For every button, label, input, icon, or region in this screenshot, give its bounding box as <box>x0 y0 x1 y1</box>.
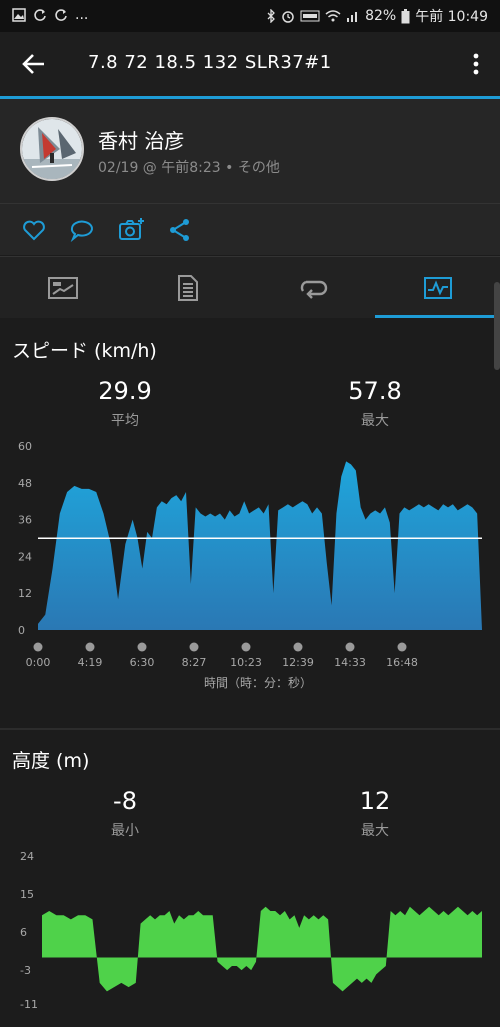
elevation-area-series <box>42 906 482 992</box>
tab-charts[interactable] <box>375 257 500 319</box>
speed-y-tick-label: 12 <box>18 587 32 600</box>
elevation-max-value: 12 <box>359 787 391 815</box>
more-notifications-text: ... <box>75 7 89 23</box>
activity-tabs <box>0 256 500 318</box>
speed-y-tick-label: 0 <box>18 624 25 637</box>
details-list-icon <box>177 275 198 301</box>
speed-area-series <box>38 461 482 630</box>
battery-percent: 82% <box>365 8 397 24</box>
scrollbar[interactable] <box>494 282 500 370</box>
avatar[interactable] <box>20 117 84 181</box>
speed-x-tick-label: 10:23 <box>230 656 262 669</box>
activity-header: 香村 治彦 02/19 @ 午前8:23 • その他 <box>0 99 500 203</box>
speed-x-tick-label: 4:19 <box>78 656 103 669</box>
bluetooth-icon <box>267 9 275 23</box>
overview-icon <box>47 277 78 299</box>
speed-x-tick-dot <box>85 642 95 652</box>
elevation-y-tick-label: -3 <box>20 964 31 977</box>
back-arrow-icon[interactable] <box>20 50 48 78</box>
social-actions <box>0 203 500 255</box>
elevation-min-value: -8 <box>113 787 137 815</box>
tab-laps[interactable] <box>250 257 375 319</box>
alarm-icon <box>282 11 294 23</box>
signal-icon <box>347 12 358 22</box>
comment-icon[interactable] <box>68 216 96 244</box>
speed-x-tick-label: 14:33 <box>334 656 366 669</box>
share-icon[interactable] <box>166 216 194 244</box>
battery-icon <box>401 8 410 23</box>
user-name[interactable]: 香村 治彦 <box>98 125 184 154</box>
wifi-icon <box>325 10 341 22</box>
volte-icon <box>300 10 320 22</box>
sync-icon <box>34 9 46 21</box>
speed-x-axis-label: 時間（時：分：秒） <box>204 676 312 690</box>
elevation-title: 高度 (m) <box>12 750 90 772</box>
speed-max-value: 57.8 <box>348 377 402 405</box>
elevation-y-tick-label: -11 <box>20 998 38 1011</box>
speed-x-tick-label: 6:30 <box>130 656 155 669</box>
tab-selected-indicator <box>375 315 500 318</box>
speed-y-tick-label: 24 <box>18 550 32 563</box>
speed-x-tick-dot <box>345 642 355 652</box>
speed-y-tick-label: 60 <box>18 440 32 453</box>
speed-y-tick-label: 36 <box>18 514 32 527</box>
like-heart-icon[interactable] <box>20 216 48 244</box>
speed-x-tick-label: 16:48 <box>386 656 418 669</box>
clock: 午前 10:49 <box>415 9 488 25</box>
elevation-min-label: 最小 <box>111 823 139 839</box>
speed-x-tick-dot <box>33 642 43 652</box>
tab-details[interactable] <box>125 257 250 319</box>
activity-meta: 02/19 @ 午前8:23 • その他 <box>98 160 280 176</box>
speed-x-tick-label: 0:00 <box>26 656 51 669</box>
app-toolbar: 7.8 72 18.5 132 SLR37#1 <box>0 32 500 96</box>
elevation-y-tick-label: 6 <box>20 926 27 939</box>
elevation-max-label: 最大 <box>361 823 389 839</box>
image-notification-icon <box>12 8 26 22</box>
section-divider <box>0 728 500 730</box>
speed-x-tick-label: 12:39 <box>282 656 314 669</box>
status-notifications: ... <box>12 7 88 23</box>
speed-x-tick-dot <box>137 642 147 652</box>
elevation-y-tick-label: 15 <box>20 888 34 901</box>
speed-avg-value: 29.9 <box>98 377 152 405</box>
speed-chart[interactable]: 0 12 24 36 48 60 0:00 4:19 6:30 8:27 10:23 12:39 14:… <box>0 436 500 698</box>
overflow-menu-icon[interactable] <box>468 50 484 78</box>
speed-y-tick-label: 48 <box>18 477 32 490</box>
speed-x-tick-label: 8:27 <box>182 656 207 669</box>
add-photo-icon[interactable] <box>118 216 146 244</box>
sync-icon <box>55 9 67 21</box>
elevation-chart[interactable]: 24 15 6 -3 -11 <box>0 846 500 1016</box>
speed-max-label: 最大 <box>361 413 389 429</box>
tab-overview[interactable] <box>0 257 125 319</box>
laps-loop-icon <box>300 280 327 299</box>
windsurf-photo <box>22 119 82 179</box>
speed-x-tick-dot <box>189 642 199 652</box>
elevation-y-tick-label: 24 <box>20 850 34 863</box>
speed-avg-label: 平均 <box>111 413 139 429</box>
speed-title: スピード (km/h) <box>12 340 157 362</box>
status-bar: ... 82% 午前 10:49 <box>0 0 500 32</box>
speed-x-tick-dot <box>241 642 251 652</box>
speed-x-tick-dot <box>293 642 303 652</box>
speed-x-tick-dot <box>397 642 407 652</box>
charts-icon <box>423 277 452 299</box>
activity-title: 7.8 72 18.5 132 SLR37#1 <box>88 52 332 73</box>
status-system: 82% 午前 10:49 <box>266 6 488 26</box>
